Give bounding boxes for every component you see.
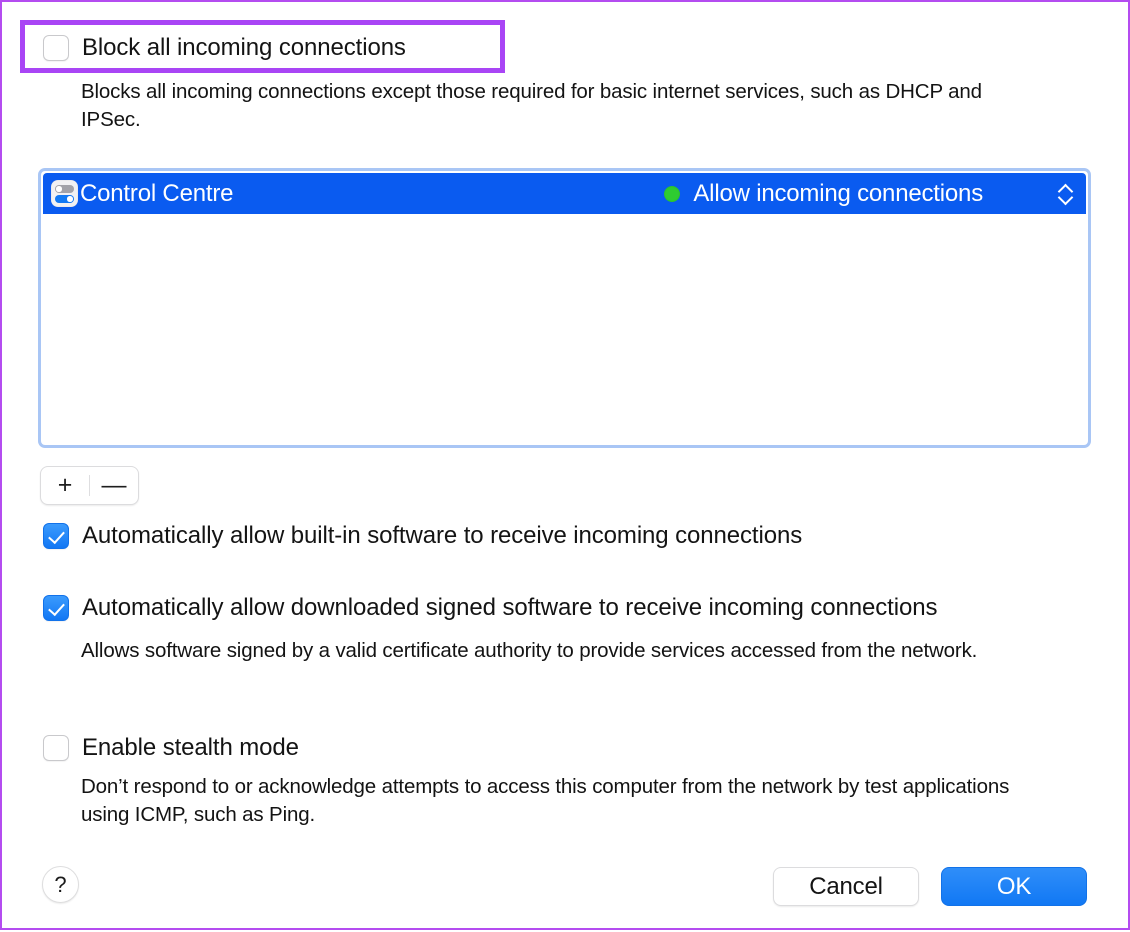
allow-builtin-software-checkbox[interactable] bbox=[43, 523, 69, 549]
chevron-up-down-icon[interactable] bbox=[1057, 180, 1074, 207]
screenshot-frame: Block all incoming connections Blocks al… bbox=[0, 0, 1130, 930]
enable-stealth-mode-checkbox[interactable] bbox=[43, 735, 69, 761]
ok-button[interactable]: OK bbox=[941, 867, 1087, 906]
block-all-incoming-connections-row[interactable]: Block all incoming connections bbox=[43, 35, 406, 61]
enable-stealth-mode-description: Don’t respond to or acknowledge attempts… bbox=[81, 775, 1010, 826]
status-dot-icon bbox=[664, 185, 681, 202]
toggle-slider-bottom-icon bbox=[55, 195, 74, 203]
add-app-button[interactable]: + bbox=[41, 467, 89, 504]
allow-signed-software-row[interactable]: Automatically allow downloaded signed so… bbox=[43, 595, 937, 621]
block-all-incoming-connections-description: Blocks all incoming connections except t… bbox=[81, 80, 982, 131]
enable-stealth-mode-row[interactable]: Enable stealth mode bbox=[43, 735, 299, 761]
allow-signed-software-checkbox[interactable] bbox=[43, 595, 69, 621]
control-centre-icon bbox=[51, 180, 78, 207]
app-permission-list-inner: Control Centre Allow incoming connection… bbox=[43, 173, 1086, 443]
block-all-incoming-connections-checkbox[interactable] bbox=[43, 35, 69, 61]
app-permission-list[interactable]: Control Centre Allow incoming connection… bbox=[38, 168, 1091, 448]
allow-signed-software-label: Automatically allow downloaded signed so… bbox=[82, 594, 938, 621]
cancel-button[interactable]: Cancel bbox=[773, 867, 919, 906]
remove-app-button[interactable]: — bbox=[90, 467, 138, 504]
app-name-label: Control Centre bbox=[80, 179, 234, 207]
firewall-options-dialog: Block all incoming connections Blocks al… bbox=[2, 2, 1130, 932]
dialog-footer: ? Cancel OK bbox=[2, 862, 1130, 918]
list-item[interactable]: Control Centre Allow incoming connection… bbox=[43, 173, 1086, 214]
add-remove-segmented-control[interactable]: + — bbox=[40, 466, 139, 505]
block-all-incoming-connections-label: Block all incoming connections bbox=[82, 34, 406, 61]
app-status-label: Allow incoming connections bbox=[693, 179, 983, 207]
allow-builtin-software-row[interactable]: Automatically allow built-in software to… bbox=[43, 523, 802, 549]
toggle-slider-top-icon bbox=[55, 185, 74, 193]
allow-signed-software-description: Allows software signed by a valid certif… bbox=[81, 639, 978, 662]
app-row-status-group: Allow incoming connections bbox=[664, 180, 1074, 208]
enable-stealth-mode-label: Enable stealth mode bbox=[82, 734, 299, 761]
help-button[interactable]: ? bbox=[42, 866, 79, 903]
allow-builtin-software-label: Automatically allow built-in software to… bbox=[82, 522, 803, 549]
